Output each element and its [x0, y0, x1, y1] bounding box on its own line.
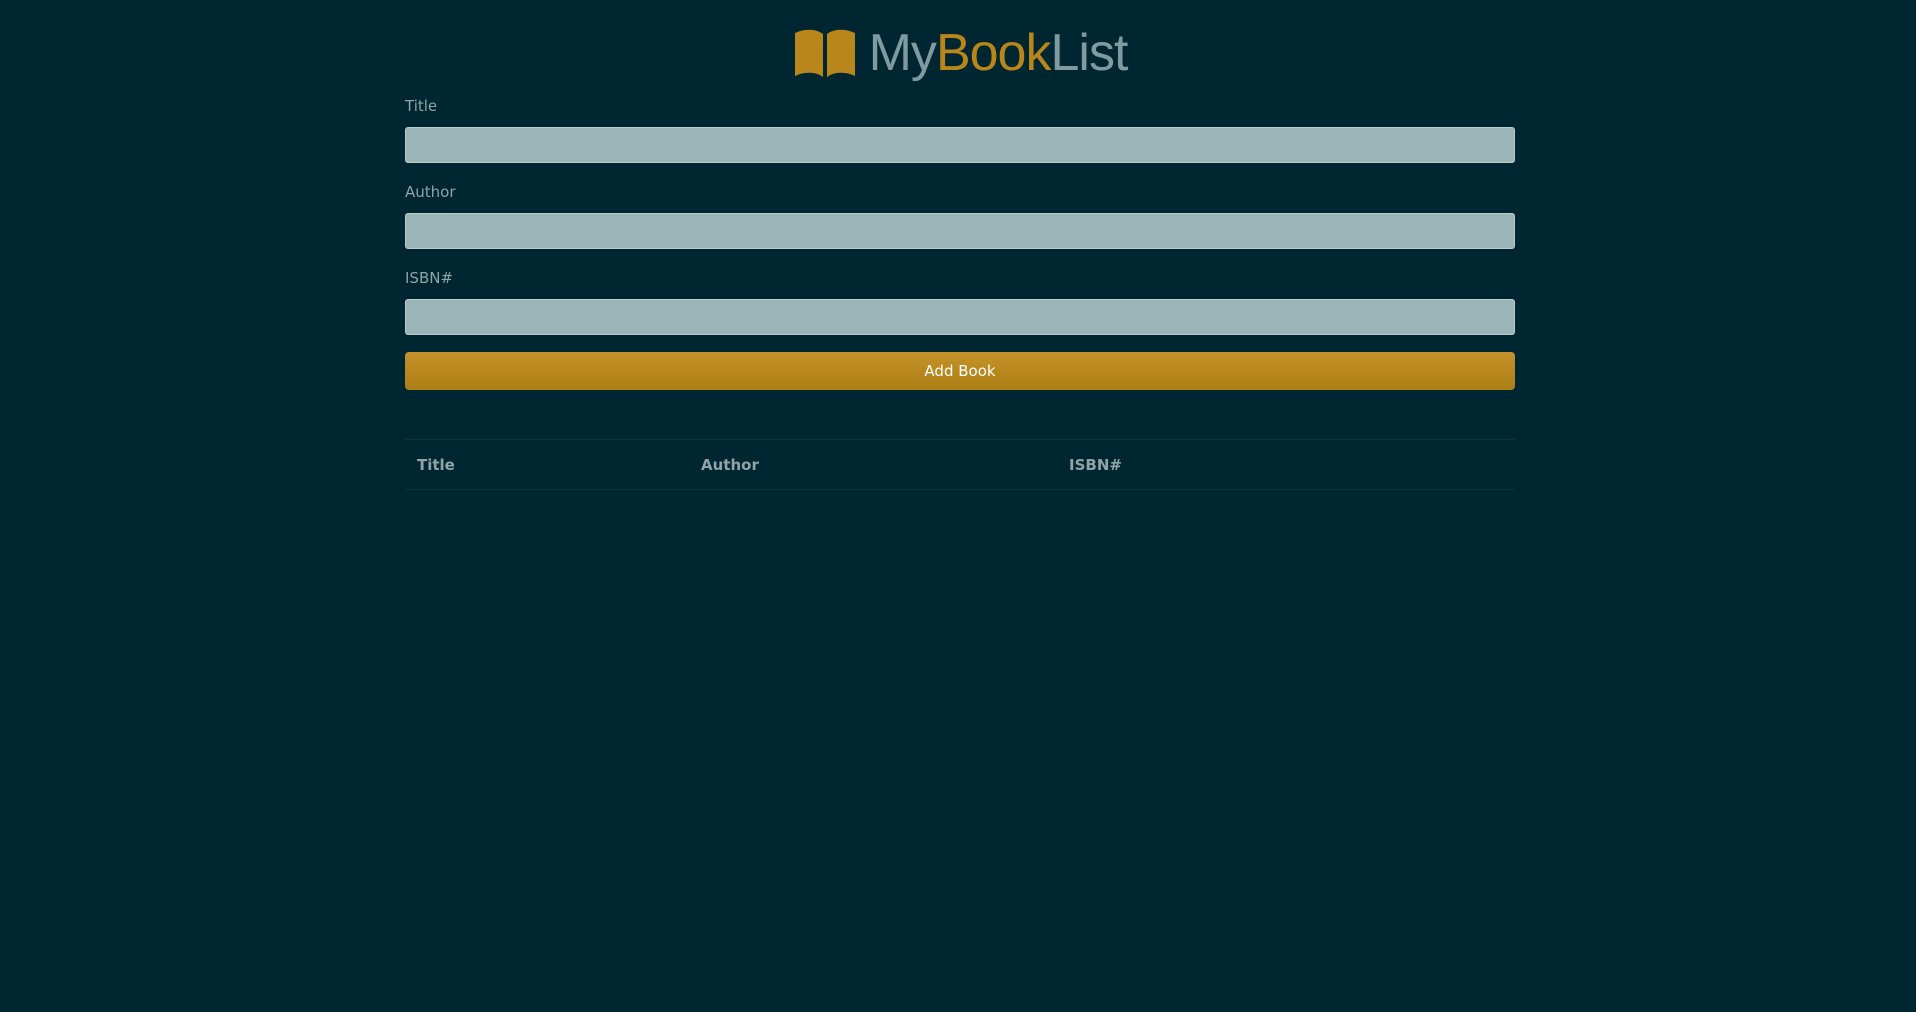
- title-label: Title: [405, 97, 438, 115]
- brand-part-my: My: [868, 24, 937, 82]
- brand-header: MyBookList: [405, 0, 1515, 106]
- brand-title: MyBookList: [868, 24, 1129, 82]
- column-header-isbn: ISBN#: [1057, 439, 1515, 490]
- book-table-header-row: Title Author ISBN#: [405, 439, 1515, 490]
- column-header-author: Author: [689, 439, 1057, 490]
- title-input[interactable]: [405, 127, 1515, 163]
- column-header-title: Title: [405, 439, 689, 490]
- book-table: Title Author ISBN#: [405, 439, 1515, 490]
- isbn-input[interactable]: [405, 299, 1515, 335]
- main-container: MyBookList Title Author ISBN# Add Book T…: [405, 0, 1515, 490]
- brand-part-list: List: [1050, 24, 1128, 82]
- author-label: Author: [405, 183, 456, 201]
- brand-part-book: Book: [935, 24, 1052, 82]
- isbn-label: ISBN#: [405, 269, 454, 287]
- book-table-head: Title Author ISBN#: [405, 439, 1515, 490]
- open-book-icon: [794, 29, 855, 77]
- add-book-button[interactable]: Add Book: [405, 352, 1515, 390]
- author-input[interactable]: [405, 213, 1515, 249]
